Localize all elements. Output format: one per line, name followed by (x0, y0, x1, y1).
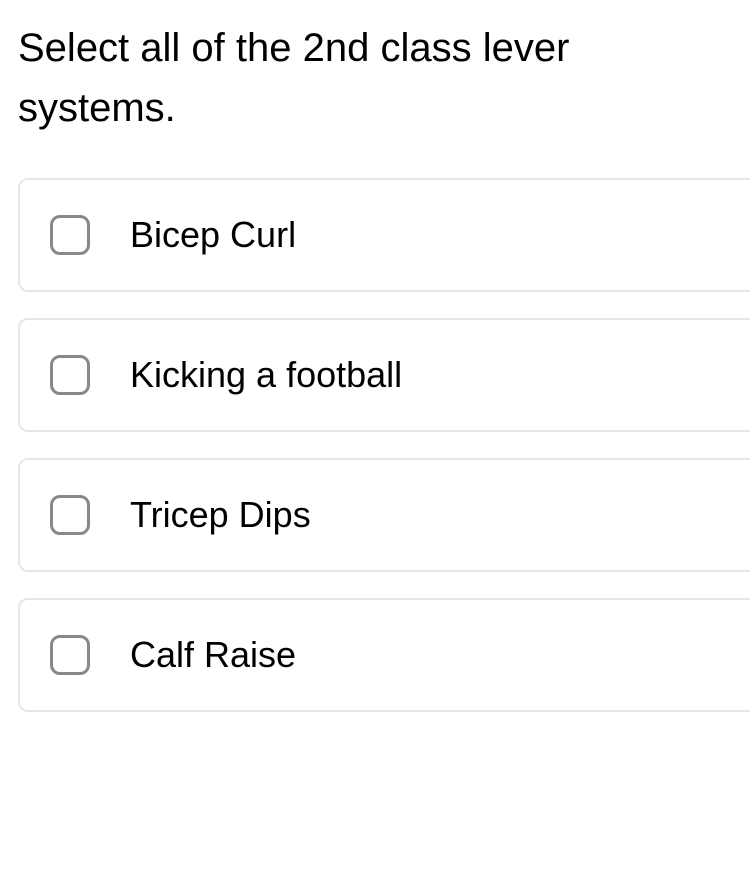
option-label: Kicking a football (130, 354, 402, 396)
option-label: Bicep Curl (130, 214, 296, 256)
option-label: Calf Raise (130, 634, 296, 676)
option-item[interactable]: Tricep Dips (18, 458, 750, 572)
option-label: Tricep Dips (130, 494, 311, 536)
checkbox-icon[interactable] (50, 355, 90, 395)
question-text: Select all of the 2nd class lever system… (18, 18, 750, 138)
checkbox-icon[interactable] (50, 635, 90, 675)
checkbox-icon[interactable] (50, 215, 90, 255)
checkbox-icon[interactable] (50, 495, 90, 535)
option-item[interactable]: Bicep Curl (18, 178, 750, 292)
option-item[interactable]: Kicking a football (18, 318, 750, 432)
option-item[interactable]: Calf Raise (18, 598, 750, 712)
options-list: Bicep Curl Kicking a football Tricep Dip… (18, 178, 750, 712)
